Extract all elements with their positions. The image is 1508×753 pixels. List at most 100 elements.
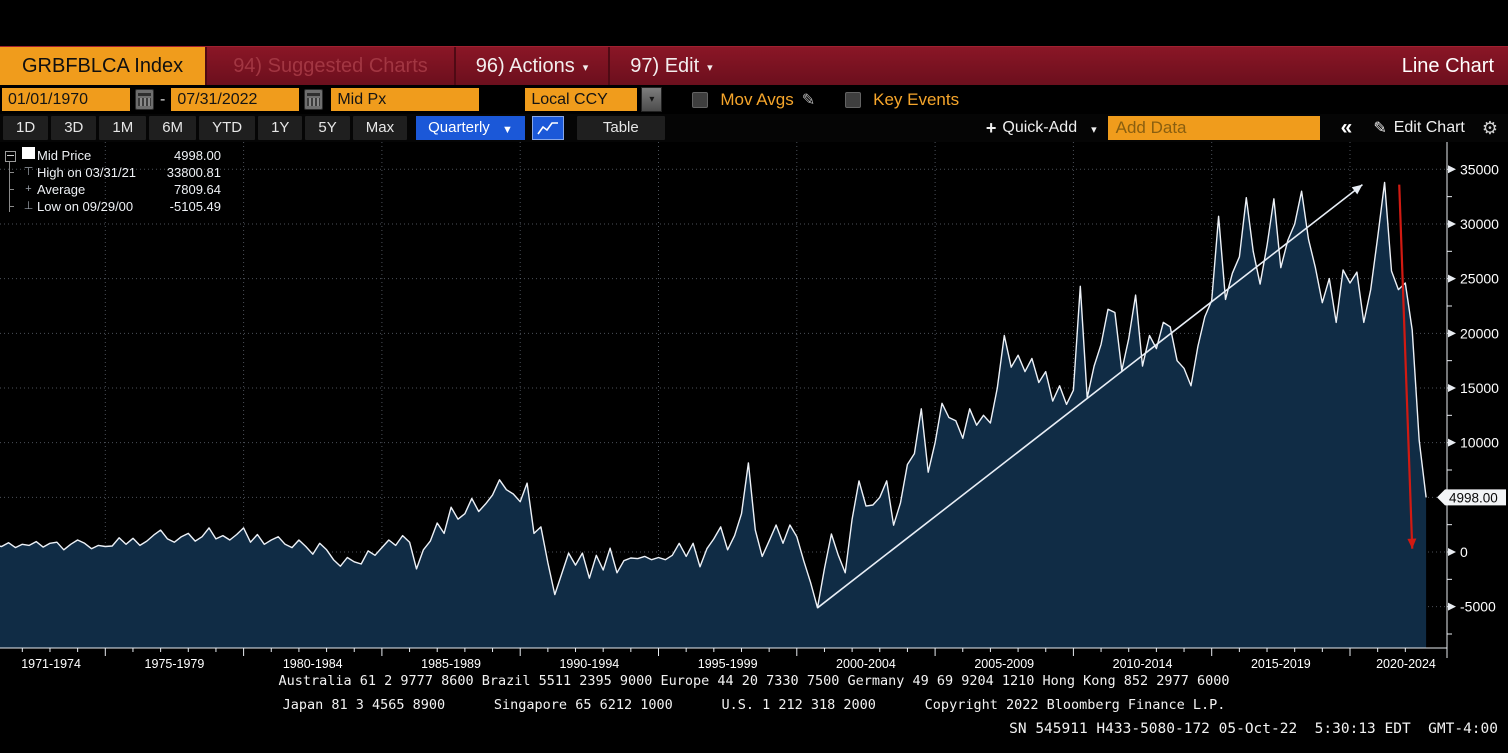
edit-menu[interactable]: 97) Edit ▾ <box>608 47 732 86</box>
legend-label: Mid Price <box>37 148 92 163</box>
range-button-1d[interactable]: 1D <box>3 116 49 140</box>
y-tick-label: 0 <box>1460 544 1468 560</box>
y-tick-label: 25000 <box>1460 271 1499 287</box>
y-tick-arrow-icon <box>1448 383 1456 392</box>
legend-label: Low on 09/29/00 <box>37 199 134 214</box>
ticker-tab[interactable]: GRBFBLCA Index <box>0 47 206 86</box>
legend-row-3[interactable]: ⊥ Low on 09/29/00 -5105.49 <box>5 198 221 215</box>
title-bar: GRBFBLCA Index 94) Suggested Charts 96) … <box>0 46 1508 86</box>
legend-value: 4998.00 <box>174 148 221 163</box>
edit-chart-button[interactable]: ✎ Edit Chart <box>1365 118 1473 138</box>
chevron-down-icon: ▾ <box>707 62 713 74</box>
y-tick-arrow-icon <box>1448 438 1456 447</box>
x-tick-label: 2015-2019 <box>1251 657 1311 668</box>
price-type-field[interactable]: Mid Px <box>331 88 480 111</box>
contact-numbers-line-1: Australia 61 2 9777 8600 Brazil 5511 239… <box>278 673 1230 689</box>
x-tick-label: 2000-2004 <box>836 657 896 668</box>
plus-icon: + <box>985 117 997 138</box>
mov-avgs-label[interactable]: Mov Avgs <box>720 90 793 110</box>
high-whisker-marker: ⊤ <box>23 166 34 178</box>
y-tick-arrow-icon <box>1448 602 1456 611</box>
contact-numbers-line-2: Japan 81 3 4565 8900 Singapore 65 6212 1… <box>282 697 1226 713</box>
range-button-1m[interactable]: 1M <box>99 116 147 140</box>
legend-row-0[interactable]: Mid Price 4998.00 <box>5 146 221 164</box>
x-tick-label: 2010-2014 <box>1113 657 1173 668</box>
range-button-5y[interactable]: 5Y <box>305 116 350 140</box>
legend-row-1[interactable]: ⊤ High on 03/31/21 33800.81 <box>5 164 221 181</box>
edit-chart-label: Edit Chart <box>1393 119 1465 136</box>
y-tick-arrow-icon <box>1448 329 1456 338</box>
pencil-icon[interactable]: ✎ <box>802 90 815 110</box>
table-button[interactable]: Table <box>576 116 665 140</box>
chart-settings-bar: 01/01/1970 - 07/31/2022 Mid Px Local CCY… <box>0 85 1508 114</box>
y-tick-arrow-icon <box>1448 274 1456 283</box>
x-tick-label: 1975-1979 <box>145 657 205 668</box>
period-selector[interactable]: Quarterly ▼ <box>416 116 525 140</box>
y-tick-label: -5000 <box>1460 599 1496 615</box>
y-tick-label: 15000 <box>1460 380 1499 396</box>
suggested-charts-menu[interactable]: 94) Suggested Charts <box>205 47 454 86</box>
white-square-swatch <box>22 146 35 159</box>
average-marker: + <box>25 183 32 195</box>
quick-add-button[interactable]: + Quick-Add ▾ <box>986 118 1097 139</box>
mov-avgs-checkbox[interactable] <box>692 91 709 108</box>
period-label: Quarterly <box>428 119 490 136</box>
price-chart-svg[interactable]: -5000 0 10000 15000 20000 25000 30000 35000 4998… <box>0 142 1508 671</box>
start-date-field[interactable]: 01/01/1970 <box>2 88 130 111</box>
x-tick-label: 2005-2009 <box>974 657 1034 668</box>
range-button-max[interactable]: Max <box>352 116 408 140</box>
chart-area[interactable]: -5000 0 10000 15000 20000 25000 30000 35000 4998… <box>0 142 1508 671</box>
gear-icon[interactable]: ⚙ <box>1476 118 1508 139</box>
chevron-down-icon: ▼ <box>501 124 513 136</box>
x-tick-label: 1995-1999 <box>698 657 758 668</box>
x-tick-label: 1980-1984 <box>283 657 343 668</box>
y-tick-label: 30000 <box>1460 216 1499 232</box>
uptrend-arrow-head <box>1351 184 1363 195</box>
chart-toolbar: 1D 3D 1M 6M YTD 1Y 5Y Max Quarterly ▼ Table + Q… <box>0 114 1508 142</box>
command-line-strip[interactable] <box>0 0 1508 46</box>
currency-dropdown-button[interactable]: ▾ <box>641 87 663 112</box>
y-tick-label: 20000 <box>1460 325 1499 341</box>
price-area-fill <box>0 182 1427 648</box>
serial-timestamp-line: SN 545911 H433-5080-172 05-Oct-22 5:30:1… <box>1009 721 1498 737</box>
key-events-label[interactable]: Key Events <box>873 90 959 110</box>
key-events-checkbox[interactable] <box>845 91 862 108</box>
y-tick-label: 35000 <box>1460 161 1499 177</box>
chevron-down-icon: ▾ <box>1091 123 1097 136</box>
range-button-3d[interactable]: 3D <box>51 116 97 140</box>
x-tick-label: 2020-2024 <box>1376 657 1436 668</box>
chart-legend: Mid Price 4998.00 ⊤ High on 03/31/21 33800.8… <box>5 146 221 215</box>
y-tick-arrow-icon <box>1448 548 1456 556</box>
legend-collapse-icon[interactable] <box>5 151 16 162</box>
range-button-6m[interactable]: 6M <box>149 116 197 140</box>
legend-label: Average <box>37 182 86 197</box>
range-button-group: 1D 3D 1M 6M YTD 1Y 5Y Max <box>3 116 408 140</box>
x-tick-label: 1990-1994 <box>559 657 619 668</box>
titlebar-spacer <box>733 47 1388 86</box>
calendar-icon[interactable] <box>304 89 324 110</box>
x-tick-label: 1971-1974 <box>21 657 81 668</box>
legend-value: 7809.64 <box>174 182 221 197</box>
actions-menu[interactable]: 96) Actions ▾ <box>453 47 608 86</box>
legend-value: -5105.49 <box>169 199 221 214</box>
range-button-ytd[interactable]: YTD <box>199 116 256 140</box>
line-chart-type-button[interactable] <box>531 116 564 140</box>
range-button-1y[interactable]: 1Y <box>258 116 303 140</box>
x-tick-label: 1985-1989 <box>421 657 481 668</box>
add-data-input[interactable]: Add Data <box>1107 116 1320 140</box>
collapse-panel-button[interactable]: « <box>1331 116 1363 140</box>
view-title: Line Chart <box>1401 55 1494 77</box>
date-range-separator: - <box>160 90 166 108</box>
y-tick-arrow-icon <box>1448 165 1456 174</box>
terminal-footer: Australia 61 2 9777 8600 Brazil 5511 239… <box>0 668 1508 753</box>
legend-row-2[interactable]: + Average 7809.64 <box>5 181 221 198</box>
chevron-down-icon: ▾ <box>649 94 655 105</box>
quick-add-label: Quick-Add <box>1002 119 1078 136</box>
currency-field[interactable]: Local CCY <box>525 88 638 111</box>
y-tick-arrow-icon <box>1448 219 1456 228</box>
pencil-icon: ✎ <box>1373 120 1387 137</box>
calendar-icon[interactable] <box>135 89 154 110</box>
bloomberg-terminal-window: GRBFBLCA Index 94) Suggested Charts 96) … <box>0 0 1508 753</box>
actions-label: 96) Actions <box>475 55 575 77</box>
end-date-field[interactable]: 07/31/2022 <box>171 88 300 111</box>
